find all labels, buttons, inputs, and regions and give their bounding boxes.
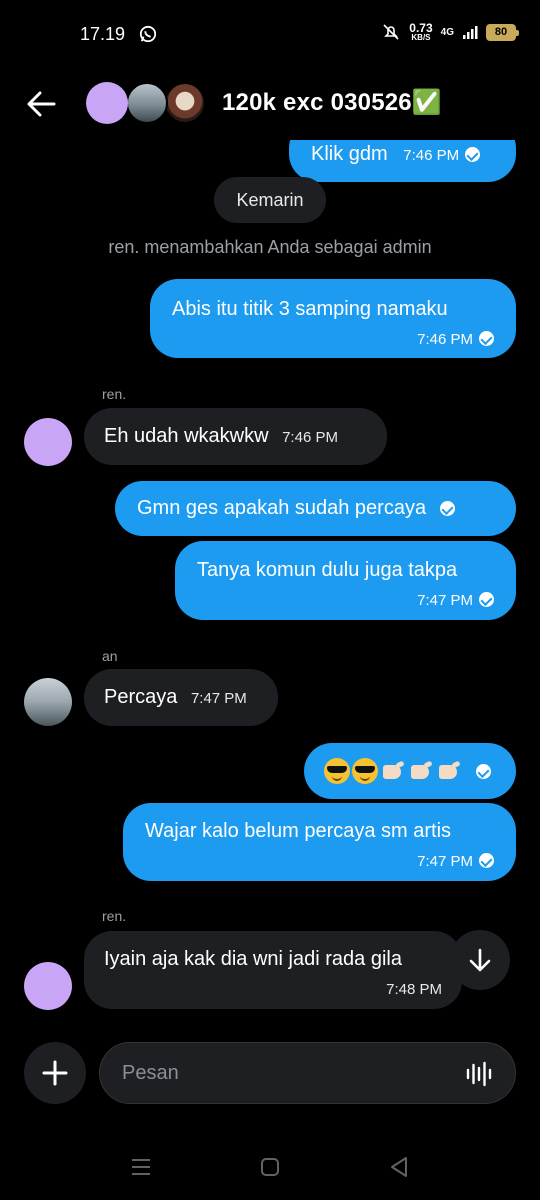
read-check-icon bbox=[479, 853, 494, 868]
message-bubble-incoming[interactable]: Iyain aja kak dia wni jadi rada gila 7:4… bbox=[84, 931, 462, 1009]
plus-icon bbox=[42, 1060, 68, 1086]
smiling-face-with-sunglasses-icon bbox=[352, 758, 378, 784]
add-attachment-button[interactable] bbox=[24, 1042, 86, 1104]
avatar bbox=[86, 82, 128, 124]
voice-message-icon[interactable] bbox=[465, 1061, 493, 1087]
message-text: Eh udah wkakwkw bbox=[104, 425, 269, 447]
message-time: 7:48 PM bbox=[386, 981, 442, 998]
status-icons: 0.73 KB/S 4G 80 bbox=[381, 21, 519, 42]
battery-icon: 80 bbox=[486, 23, 519, 41]
status-bar: 17.19 0.73 KB/S 4G 80 bbox=[0, 0, 540, 68]
message-bubble-outgoing[interactable]: Tanya komun dulu juga takpa 7:47 PM bbox=[175, 541, 516, 620]
message-text: Gmn ges apakah sudah percaya bbox=[137, 497, 427, 519]
back-nav-icon[interactable] bbox=[386, 1154, 412, 1180]
arrow-left-icon[interactable] bbox=[22, 86, 62, 122]
right-pointing-hand-icon bbox=[408, 758, 434, 784]
message-time: 7:47 PM bbox=[190, 690, 247, 707]
message-input[interactable] bbox=[122, 1043, 452, 1103]
message-time: 7:46 PM bbox=[282, 429, 338, 446]
message-time: 7:47 PM bbox=[417, 853, 473, 870]
chat-header: 120k exc 030526✅ bbox=[0, 68, 540, 140]
message-text: Klik gdm bbox=[311, 143, 388, 165]
message-time: 7:47 PM bbox=[417, 592, 473, 609]
sender-name: ren. bbox=[102, 386, 127, 402]
avatar bbox=[126, 82, 168, 124]
chat-title[interactable]: 120k exc 030526✅ bbox=[222, 88, 442, 117]
message-text: Percaya bbox=[104, 686, 178, 708]
message-bubble-outgoing[interactable]: Wajar kalo belum percaya sm artis 7:47 P… bbox=[123, 803, 516, 881]
system-message: ren. menambahkan Anda sebagai admin bbox=[108, 237, 432, 257]
group-avatars[interactable] bbox=[86, 82, 206, 124]
message-bubble-outgoing[interactable] bbox=[304, 743, 516, 799]
message-bubble-incoming[interactable]: Percaya 7:47 PM bbox=[84, 669, 278, 726]
message-text: Iyain aja kak dia wni jadi rada gila bbox=[104, 948, 402, 970]
recent-apps-icon[interactable] bbox=[128, 1154, 154, 1180]
message-bubble-outgoing[interactable]: Gmn ges apakah sudah percaya bbox=[115, 481, 516, 536]
smiling-face-with-sunglasses-icon bbox=[324, 758, 350, 784]
read-check-icon bbox=[476, 763, 491, 779]
message-bubble-incoming[interactable]: Eh udah wkakwkw 7:46 PM bbox=[84, 408, 387, 465]
system-nav-bar bbox=[0, 1140, 540, 1200]
avatar[interactable] bbox=[24, 418, 72, 466]
read-check-icon bbox=[479, 331, 494, 346]
avatar[interactable] bbox=[24, 962, 72, 1010]
message-text: Wajar kalo belum percaya sm artis bbox=[145, 820, 452, 842]
alarm-off-icon bbox=[383, 24, 399, 40]
sender-name: an bbox=[102, 648, 118, 664]
home-icon[interactable] bbox=[257, 1154, 283, 1180]
read-check-icon bbox=[465, 147, 481, 162]
read-check-icon bbox=[479, 592, 494, 607]
message-bubble-outgoing[interactable]: Abis itu titik 3 samping namaku 7:46 PM bbox=[150, 279, 516, 358]
arrow-down-icon bbox=[469, 948, 491, 972]
read-check-icon bbox=[440, 501, 456, 516]
sender-name: ren. bbox=[102, 908, 127, 924]
message-text: Tanya komun dulu juga takpa bbox=[197, 559, 458, 581]
message-composer bbox=[0, 1040, 540, 1106]
network-speed: 0.73 KB/S bbox=[409, 21, 433, 42]
message-input-container bbox=[99, 1042, 516, 1104]
message-bubble-outgoing[interactable]: Klik gdm 7:46 PM bbox=[289, 140, 516, 182]
message-time: 7:46 PM bbox=[417, 331, 473, 348]
message-time: 7:46 PM bbox=[403, 147, 460, 164]
right-pointing-hand-icon bbox=[436, 758, 462, 784]
network-type: 4G bbox=[440, 26, 454, 38]
message-text: Abis itu titik 3 samping namaku bbox=[172, 298, 448, 320]
right-pointing-hand-icon bbox=[380, 758, 406, 784]
avatar bbox=[164, 82, 206, 124]
whatsapp-icon bbox=[139, 25, 157, 43]
scroll-to-bottom-button[interactable] bbox=[450, 930, 510, 990]
message-list[interactable]: Klik gdm 7:46 PM Kemarin ren. menambahka… bbox=[0, 140, 540, 1030]
status-time: 17.19 bbox=[80, 24, 126, 44]
signal-icon bbox=[463, 26, 478, 39]
date-divider: Kemarin bbox=[214, 177, 326, 223]
avatar[interactable] bbox=[24, 678, 72, 726]
